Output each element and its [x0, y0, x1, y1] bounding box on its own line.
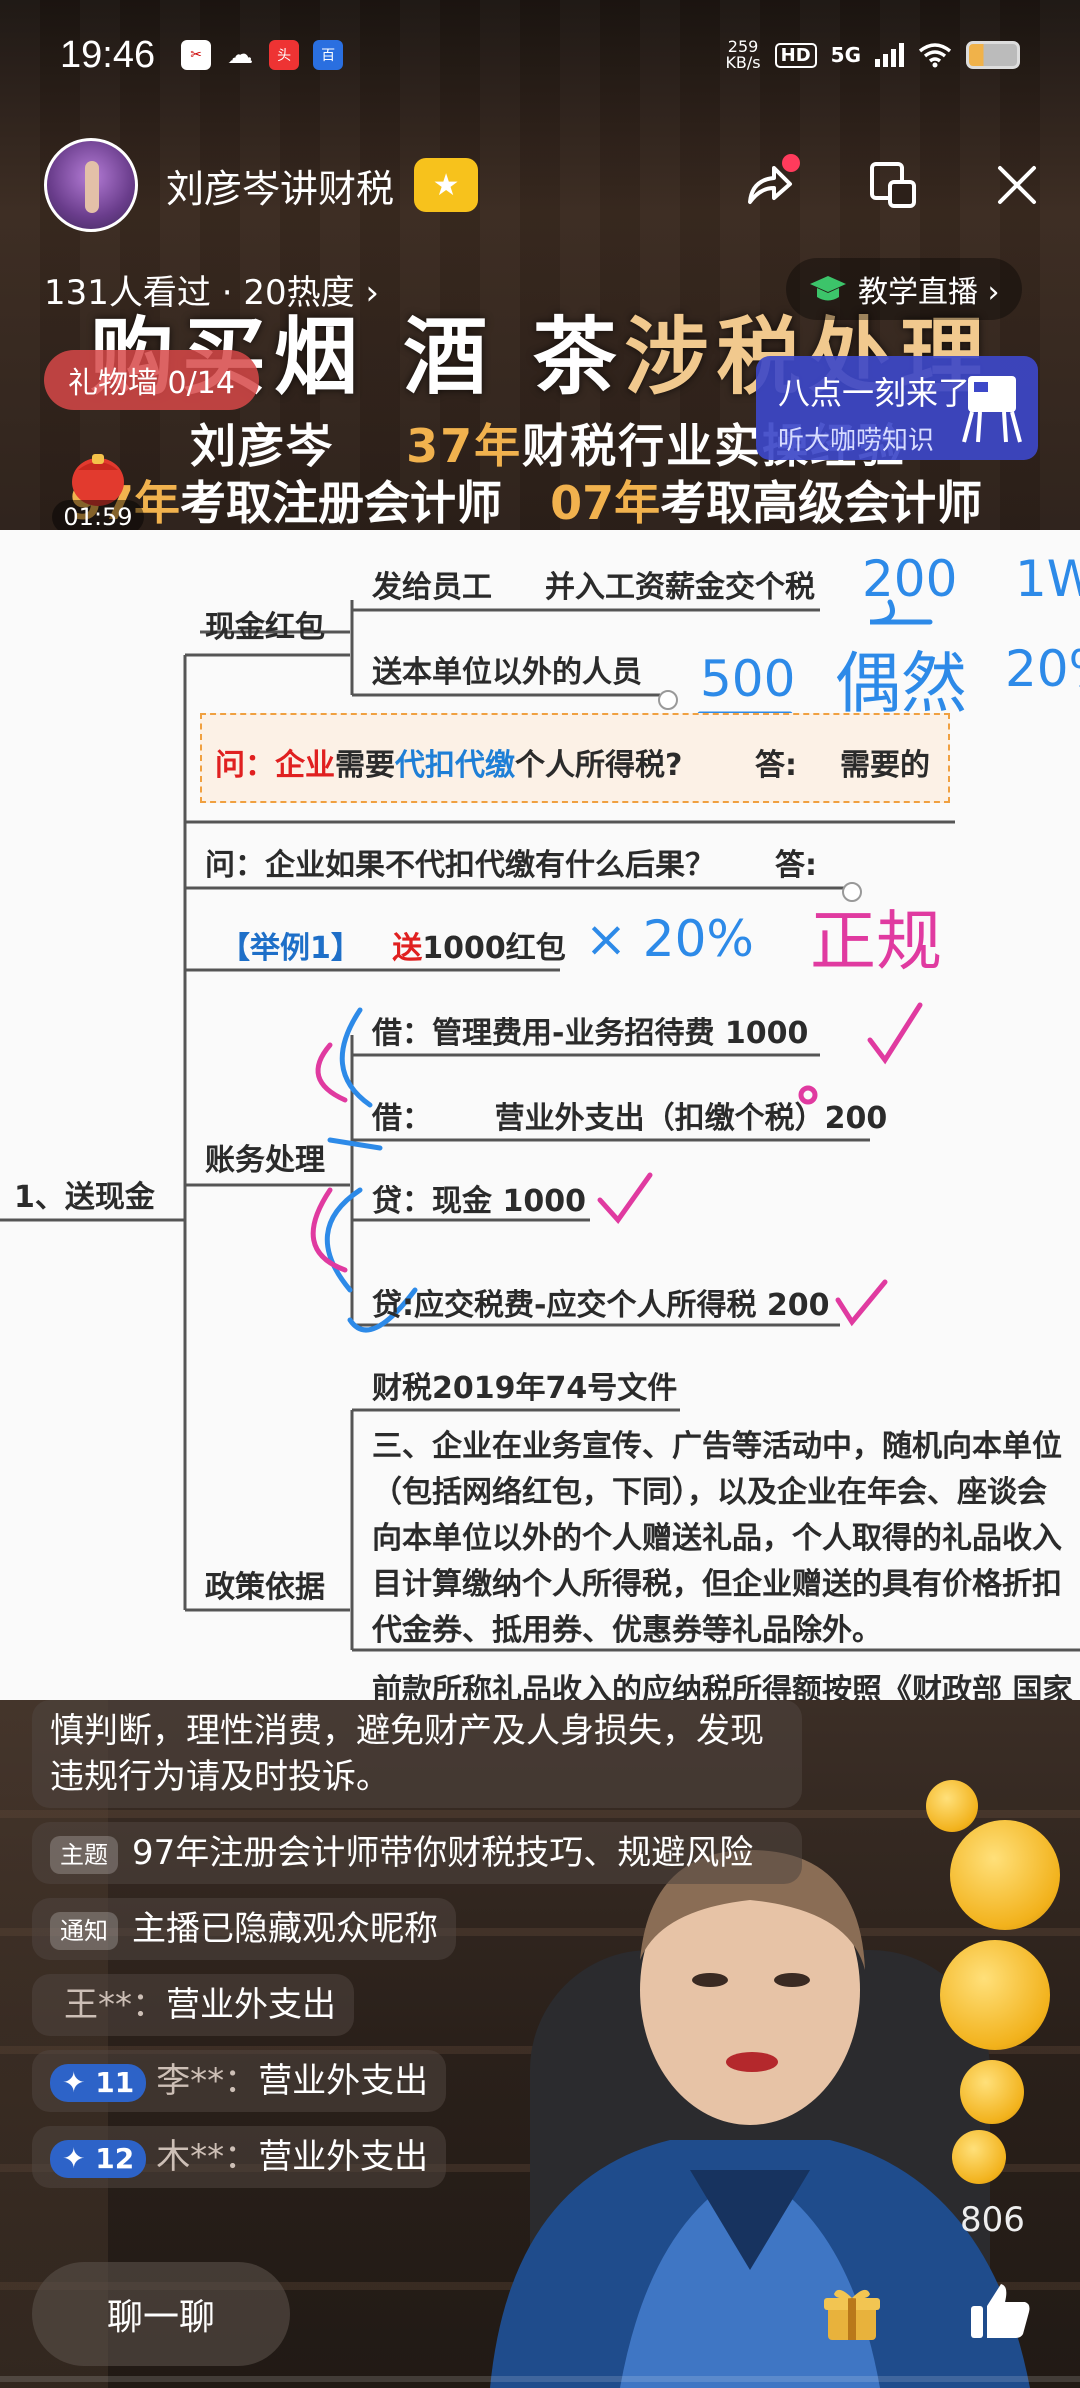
graduation-cap-icon — [810, 276, 846, 301]
answer-2-label: 答: — [775, 848, 817, 883]
emoji-face-5 — [952, 2130, 1006, 2184]
host-row: 刘彦岑讲财税 ★ — [44, 135, 1044, 235]
status-system-icons: 259 KB/s HD 5G — [725, 39, 1020, 71]
question-2: 问：企业如果不代扣代缴有什么后果？ — [205, 848, 715, 883]
example-1: 【举例1】 送1000红包 — [220, 931, 566, 966]
video-banner: 19:46 ✂ ☁ 头 百 259 KB/s HD 5G 刘彦岑讲财税 ★ 购买… — [0, 0, 1080, 530]
host-name[interactable]: 刘彦岑讲财税 — [166, 158, 394, 213]
like-count: 806 — [960, 2200, 1025, 2240]
status-time: 19:46 — [60, 33, 156, 76]
status-notification-icons: ✂ ☁ 头 百 — [181, 40, 344, 70]
wifi-icon — [918, 43, 952, 68]
node-to-outside: 送本单位以外的人员 — [372, 655, 642, 690]
app-icon-news: 头 — [269, 40, 300, 70]
hd-icon: HD — [774, 42, 817, 68]
emoji-face-4 — [960, 2060, 1024, 2124]
float-window-icon — [870, 162, 916, 208]
chat-message[interactable]: 王**：营业外支出 — [32, 1974, 354, 2036]
user-level-badge: ✦ 12 — [50, 2139, 147, 2178]
floating-emoji-reactions — [900, 1780, 1070, 2200]
entry-debit-2: 借： 营业外支出（扣缴个税）200 — [372, 1101, 888, 1136]
policy-text-cut: 前款所称礼品收入的应纳税所得额按照《财政部 国家 — [372, 1673, 1073, 1700]
chat-list: 慎判断，理性消费，避免财产及人身损失，发现违规行为请及时投诉。 主题 97年注册会… — [32, 1700, 832, 2202]
app-icon-baidu: 百 — [313, 40, 344, 70]
answer-1-label: 答: — [755, 748, 797, 783]
annotation-1w: 1W — [1015, 550, 1080, 608]
float-window-button[interactable] — [866, 158, 920, 212]
entry-credit-1: 贷：现金 1000 — [372, 1184, 586, 1219]
node-to-staff-rule: 并入工资薪金交个税 — [545, 570, 815, 605]
chat-system-notice: 慎判断，理性消费，避免财产及人身损失，发现违规行为请及时投诉。 — [32, 1700, 802, 1808]
slide-mind-map: 1、送现金 现金红包 发给员工 并入工资薪金交个税 送本单位以外的人员 问：企业… — [0, 530, 1080, 1700]
home-indicator — [0, 2376, 1080, 2382]
policy-document: 财税2019年74号文件 — [372, 1371, 678, 1406]
bottom-bar: 聊一聊 — [32, 2262, 1048, 2366]
top-actions — [742, 154, 1044, 212]
viewer-stats[interactable]: 131人看过 · 20热度 › — [44, 265, 379, 314]
question-1: 问：企业需要代扣代缴个人所得税? — [215, 748, 683, 783]
chat-message[interactable]: ✦ 12 木**：营业外支出 — [32, 2126, 447, 2188]
gift-icon[interactable] — [822, 2284, 882, 2344]
share-button[interactable] — [742, 154, 800, 212]
topic-tag: 主题 — [50, 1835, 118, 1874]
notify-tag: 通知 — [50, 1911, 118, 1950]
close-button[interactable] — [990, 158, 1044, 212]
node-policy: 政策依据 — [205, 1570, 325, 1605]
status-bar: 19:46 ✂ ☁ 头 百 259 KB/s HD 5G — [0, 0, 1080, 110]
app-icon-capcut: ✂ — [181, 40, 212, 70]
user-level-badge: ✦ 11 — [50, 2063, 147, 2102]
annotation-500: 500 — [700, 650, 796, 708]
host-star-badge-icon[interactable]: ★ — [414, 158, 479, 212]
node-accounting: 账务处理 — [205, 1143, 325, 1178]
signal-5g-label: 5G — [830, 43, 861, 67]
live-area: 806 慎判断，理性消费，避免财产及人身损失，发现违规行为请及时投诉。 主题 97… — [0, 1700, 1080, 2388]
chat-message[interactable]: ✦ 11 李**：营业外支出 — [32, 2050, 447, 2112]
chat-notify: 通知 主播已隐藏观众昵称 — [32, 1898, 456, 1960]
battery-icon — [966, 41, 1020, 69]
mind-map-root: 1、送现金 — [14, 1180, 155, 1215]
answer-1: 需要的 — [840, 748, 930, 783]
entry-debit-1: 借：管理费用-业务招待费 1000 — [372, 1016, 809, 1051]
live-category-tag[interactable]: 教学直播 › — [786, 258, 1022, 320]
network-speed: 259 KB/s — [725, 37, 761, 72]
share-notification-dot — [782, 154, 800, 172]
entry-credit-2: 贷:应交税费-应交个人所得税 200 — [372, 1288, 830, 1323]
emoji-face-1 — [926, 1780, 978, 1832]
annotation-20: 20% — [1005, 640, 1080, 698]
emoji-face-3 — [940, 1940, 1050, 2050]
host-avatar[interactable] — [44, 138, 138, 232]
red-packet-timer: 01:59 — [52, 500, 144, 530]
chat-topic: 主题 97年注册会计师带你财税技巧、规避风险 — [32, 1822, 802, 1884]
promo-chair-icon — [962, 376, 1022, 443]
annotation-zhengui: 正规 — [810, 903, 942, 980]
annotation-x20: × 20% — [585, 910, 754, 968]
close-icon — [998, 166, 1036, 204]
signal-bars-icon — [875, 43, 904, 67]
emoji-face-2 — [950, 1820, 1060, 1930]
chat-input[interactable]: 聊一聊 — [32, 2262, 290, 2366]
cloud-icon: ☁ — [227, 40, 254, 70]
annotation-200: 200 — [862, 550, 958, 608]
annotation-ouran: 偶然 — [835, 645, 967, 722]
policy-text: 三、企业在业务宣传、广告等活动中，随机向本单位 （包括网络红包，下同），以及企业… — [372, 1429, 1062, 1648]
promo-card[interactable]: 八点一刻来了 听大咖唠知识 — [756, 356, 1038, 460]
node-to-staff: 发给员工 — [372, 570, 492, 605]
red-packet-icon[interactable] — [66, 448, 130, 508]
thumbs-up-icon[interactable] — [967, 2278, 1033, 2344]
banner-subtitle-2: 97年考取注册会计师 07年考取高级会计师 — [70, 476, 983, 530]
gift-wall-button[interactable]: 礼物墙 0/14 — [44, 350, 259, 410]
node-cash-red-packet: 现金红包 — [205, 610, 325, 645]
